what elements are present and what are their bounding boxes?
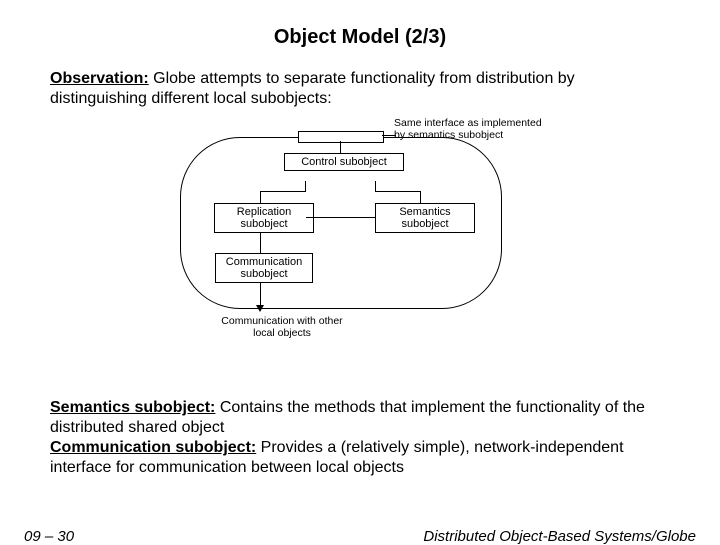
slide: Object Model (2/3) Observation: Globe at… [0,0,720,540]
observation-label: Observation: [50,70,149,87]
communication-definition: Communication subobject: Provides a (rel… [50,438,670,478]
replication-subobject-box: Replication subobject [214,203,314,233]
arrow-down-icon [256,305,264,312]
communication-subobject-box: Communication subobject [215,253,313,283]
connector-line [420,191,421,203]
slide-number: 09 – 30 [24,528,74,545]
semantics-subobject-box: Semantics subobject [375,203,475,233]
semantics-def-label: Semantics subobject: [50,399,215,416]
connector-line [260,191,261,203]
annotation-communication: Communication with other local objects [212,315,352,339]
connector-line [306,217,375,218]
connector-line [375,181,376,191]
connector-line [305,181,306,191]
footer-title: Distributed Object-Based Systems/Globe [423,528,696,545]
communication-def-label: Communication subobject: [50,439,256,456]
definitions-block: Semantics subobject: Contains the method… [0,398,720,478]
page-title: Object Model (2/3) [0,0,720,49]
diagram: Same interface as implemented by semanti… [170,117,550,357]
connector-line [340,141,341,153]
connector-line [375,191,420,192]
connector-line [260,283,261,307]
connector-line [260,191,306,192]
interface-stub [298,131,384,143]
connector-line [382,135,396,136]
connector-line [260,233,261,253]
semantics-definition: Semantics subobject: Contains the method… [50,398,670,438]
control-subobject-box: Control subobject [284,153,404,171]
annotation-interface: Same interface as implemented by semanti… [394,117,554,141]
observation-block: Observation: Globe attempts to separate … [0,49,720,109]
